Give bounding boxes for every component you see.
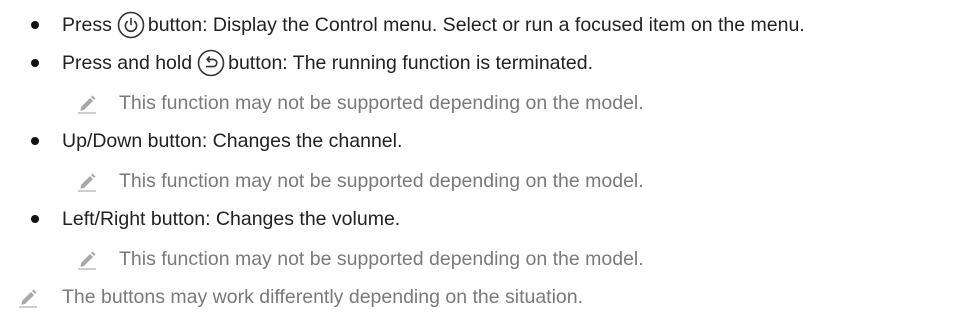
- bullet-text-post: button: The running function is terminat…: [228, 52, 594, 74]
- note-item-model-support: This function may not be supported depen…: [0, 246, 961, 272]
- note-item-model-support: This function may not be supported depen…: [0, 90, 961, 116]
- note-text: This function may not be supported depen…: [119, 248, 644, 270]
- bullet-dot: [31, 59, 39, 67]
- note-text: This function may not be supported depen…: [119, 92, 644, 114]
- bullet-text-pre: Press and hold: [62, 52, 193, 74]
- bullet-item-left-right: Left/Right button: Changes the volume.: [0, 206, 961, 232]
- bullet-text: Press and hold button: The running funct…: [62, 49, 594, 77]
- bullet-text: Press button: Display the Control menu. …: [62, 11, 805, 39]
- bullet-dot: [31, 21, 39, 29]
- pencil-note-icon: [19, 289, 37, 308]
- return-icon: [197, 49, 225, 77]
- bullet-dot: [31, 137, 39, 145]
- bullet-item-up-down: Up/Down button: Changes the channel.: [0, 128, 961, 154]
- note-item-model-support: This function may not be supported depen…: [0, 168, 961, 194]
- bullet-text-post: button: Display the Control menu. Select…: [147, 14, 805, 36]
- note-item-buttons-situation: The buttons may work differently dependi…: [0, 284, 961, 310]
- pencil-note-icon: [78, 251, 96, 270]
- pencil-note-icon: [78, 95, 96, 114]
- bullet-item-power: Press button: Display the Control menu. …: [0, 11, 961, 39]
- note-text: This function may not be supported depen…: [119, 170, 644, 192]
- note-text: The buttons may work differently dependi…: [62, 286, 584, 308]
- bullet-text-pre: Press: [62, 14, 112, 36]
- bullet-item-return: Press and hold button: The running funct…: [0, 49, 961, 77]
- power-icon: [117, 11, 145, 39]
- pencil-note-icon: [78, 173, 96, 192]
- bullet-text: Up/Down button: Changes the channel.: [62, 130, 403, 152]
- bullet-text: Left/Right button: Changes the volume.: [62, 208, 401, 230]
- bullet-dot: [31, 215, 39, 223]
